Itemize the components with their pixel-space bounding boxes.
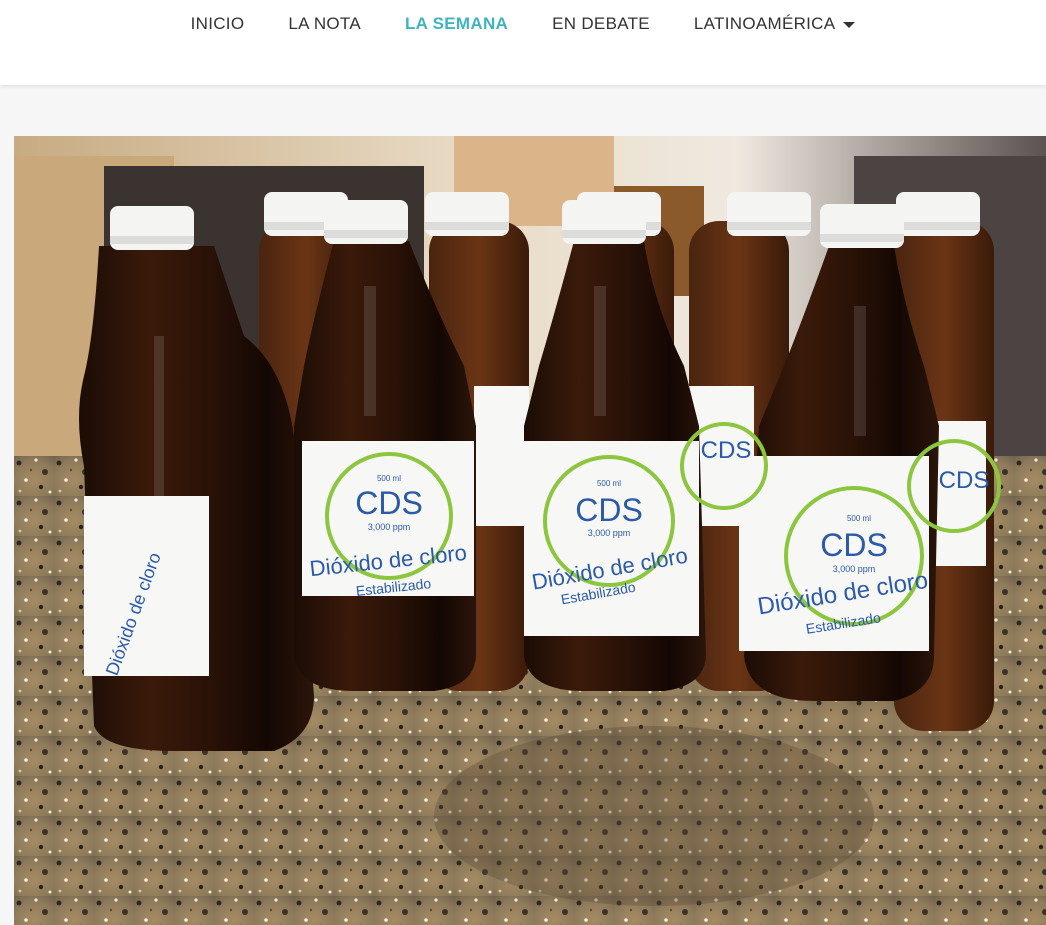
svg-text:CDS: CDS	[820, 527, 888, 563]
nav-item-latinoamerica[interactable]: LATINOAMÉRICA	[672, 13, 878, 35]
svg-text:500 ml: 500 ml	[377, 474, 401, 483]
nav-item-inicio[interactable]: INICIO	[169, 13, 267, 35]
top-navigation: INICIO LA NOTA LA SEMANA EN DEBATE LATIN…	[0, 0, 1046, 85]
svg-text:3,000 ppm: 3,000 ppm	[833, 564, 876, 574]
svg-text:500 ml: 500 ml	[597, 479, 621, 488]
svg-text:3,000 ppm: 3,000 ppm	[368, 522, 411, 532]
svg-text:3,000 ppm: 3,000 ppm	[588, 528, 631, 538]
nav-item-la-nota[interactable]: LA NOTA	[266, 13, 383, 35]
svg-text:CDS: CDS	[701, 437, 752, 464]
svg-text:500 ml: 500 ml	[847, 514, 871, 523]
article-hero-image: 500 ml CDS 3,000 ppm Dióxido de cloro Es…	[14, 136, 1046, 925]
nav-menu: INICIO LA NOTA LA SEMANA EN DEBATE LATIN…	[0, 13, 1046, 35]
nav-item-latinoamerica-label: LATINOAMÉRICA	[693, 14, 836, 33]
svg-text:CDS: CDS	[355, 485, 423, 521]
svg-text:CDS: CDS	[939, 467, 990, 494]
caret-down-icon	[843, 21, 856, 28]
nav-item-la-semana[interactable]: LA SEMANA	[383, 13, 530, 35]
svg-text:CDS: CDS	[575, 492, 643, 528]
bottles-photo-illustration: 500 ml CDS 3,000 ppm Dióxido de cloro Es…	[14, 136, 1046, 925]
nav-item-en-debate[interactable]: EN DEBATE	[530, 13, 672, 35]
